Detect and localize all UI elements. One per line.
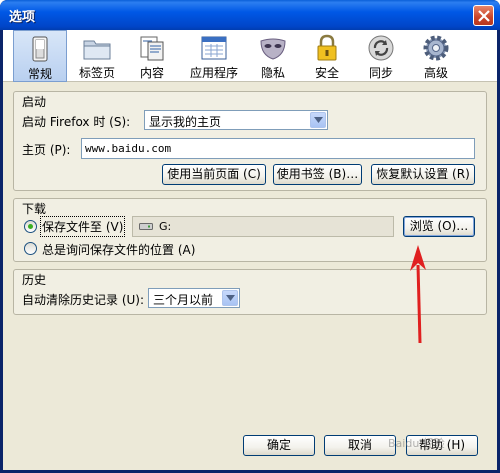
content-page-icon — [140, 36, 164, 61]
tab-security[interactable]: 安全 — [305, 30, 349, 82]
startup-action-value: 显示我的主页 — [149, 115, 222, 129]
ok-button[interactable]: 确定 — [243, 435, 315, 456]
save-to-radio[interactable] — [24, 220, 37, 233]
downloads-group-title: 下载 — [22, 202, 47, 216]
close-button[interactable] — [473, 5, 494, 26]
tab-label: 标签页 — [78, 66, 115, 80]
tab-label: 高级 — [423, 66, 448, 80]
auto-clear-value: 三个月以前 — [153, 293, 214, 307]
close-icon — [478, 10, 490, 22]
tab-general[interactable]: 常规 — [13, 30, 67, 82]
always-ask-label[interactable]: 总是询问保存文件的位置 (A) — [42, 241, 195, 258]
sync-arrows-icon — [368, 35, 394, 61]
restore-default-button[interactable]: 恢复默认设置 (R) — [371, 164, 475, 185]
options-window: 选项 常规 标签页 内容 应用程序 隐私 安全 同步 高级 启动 启动 Fire… — [0, 0, 500, 473]
startup-group-title: 启动 — [22, 95, 47, 109]
tab-label: 应用程序 — [189, 66, 238, 80]
startup-group: 启动 启动 Firefox 时 (S): 显示我的主页 主页 (P): 使用当前… — [13, 91, 487, 191]
homepage-input[interactable] — [85, 141, 469, 156]
tab-label: 常规 — [27, 67, 52, 81]
tab-applications[interactable]: 应用程序 — [181, 30, 247, 82]
save-to-label[interactable]: 保存文件至 (V) — [39, 216, 126, 237]
chevron-down-icon — [222, 290, 238, 306]
tab-tabs[interactable]: 标签页 — [71, 30, 123, 82]
drive-icon — [139, 223, 153, 230]
cancel-button[interactable]: 取消 — [324, 435, 396, 456]
title-bar[interactable]: 选项 — [0, 0, 500, 30]
chevron-down-icon — [310, 112, 326, 128]
history-group-title: 历史 — [22, 273, 47, 287]
tab-label: 安全 — [314, 66, 339, 80]
category-toolbar: 常规 标签页 内容 应用程序 隐私 安全 同步 高级 — [3, 30, 497, 82]
watermark: Baidu 经验 — [388, 437, 445, 450]
applications-window-icon — [201, 36, 227, 60]
homepage-label: 主页 (P): — [22, 143, 71, 157]
general-switch-icon — [32, 36, 48, 62]
privacy-mask-icon — [260, 38, 286, 60]
auto-clear-select[interactable]: 三个月以前 — [148, 288, 240, 308]
tab-label: 内容 — [139, 66, 164, 80]
tab-sync[interactable]: 同步 — [359, 30, 403, 82]
tabs-folder-icon — [83, 40, 111, 60]
tab-advanced[interactable]: 高级 — [413, 30, 459, 82]
use-bookmark-button[interactable]: 使用书签 (B)… — [273, 164, 362, 185]
tab-label: 隐私 — [260, 66, 285, 80]
window-title: 选项 — [9, 10, 36, 25]
advanced-gear-icon — [423, 35, 449, 61]
download-path-display: G: — [132, 216, 394, 237]
homepage-field[interactable] — [81, 138, 475, 159]
always-ask-radio[interactable] — [24, 242, 37, 255]
tab-privacy[interactable]: 隐私 — [251, 30, 295, 82]
startup-action-select[interactable]: 显示我的主页 — [144, 110, 328, 130]
tab-label: 同步 — [368, 66, 393, 80]
browse-button[interactable]: 浏览 (O)… — [403, 216, 475, 237]
use-current-page-button[interactable]: 使用当前页面 (C) — [162, 164, 266, 185]
tab-content[interactable]: 内容 — [129, 30, 175, 82]
annotation-arrow-icon — [410, 245, 426, 344]
startup-when-label: 启动 Firefox 时 (S): — [22, 115, 131, 129]
radio-selected-dot — [28, 224, 33, 229]
download-path-value: G: — [159, 220, 172, 233]
auto-clear-label: 自动清除历史记录 (U): — [22, 293, 145, 307]
security-lock-icon — [317, 34, 337, 61]
